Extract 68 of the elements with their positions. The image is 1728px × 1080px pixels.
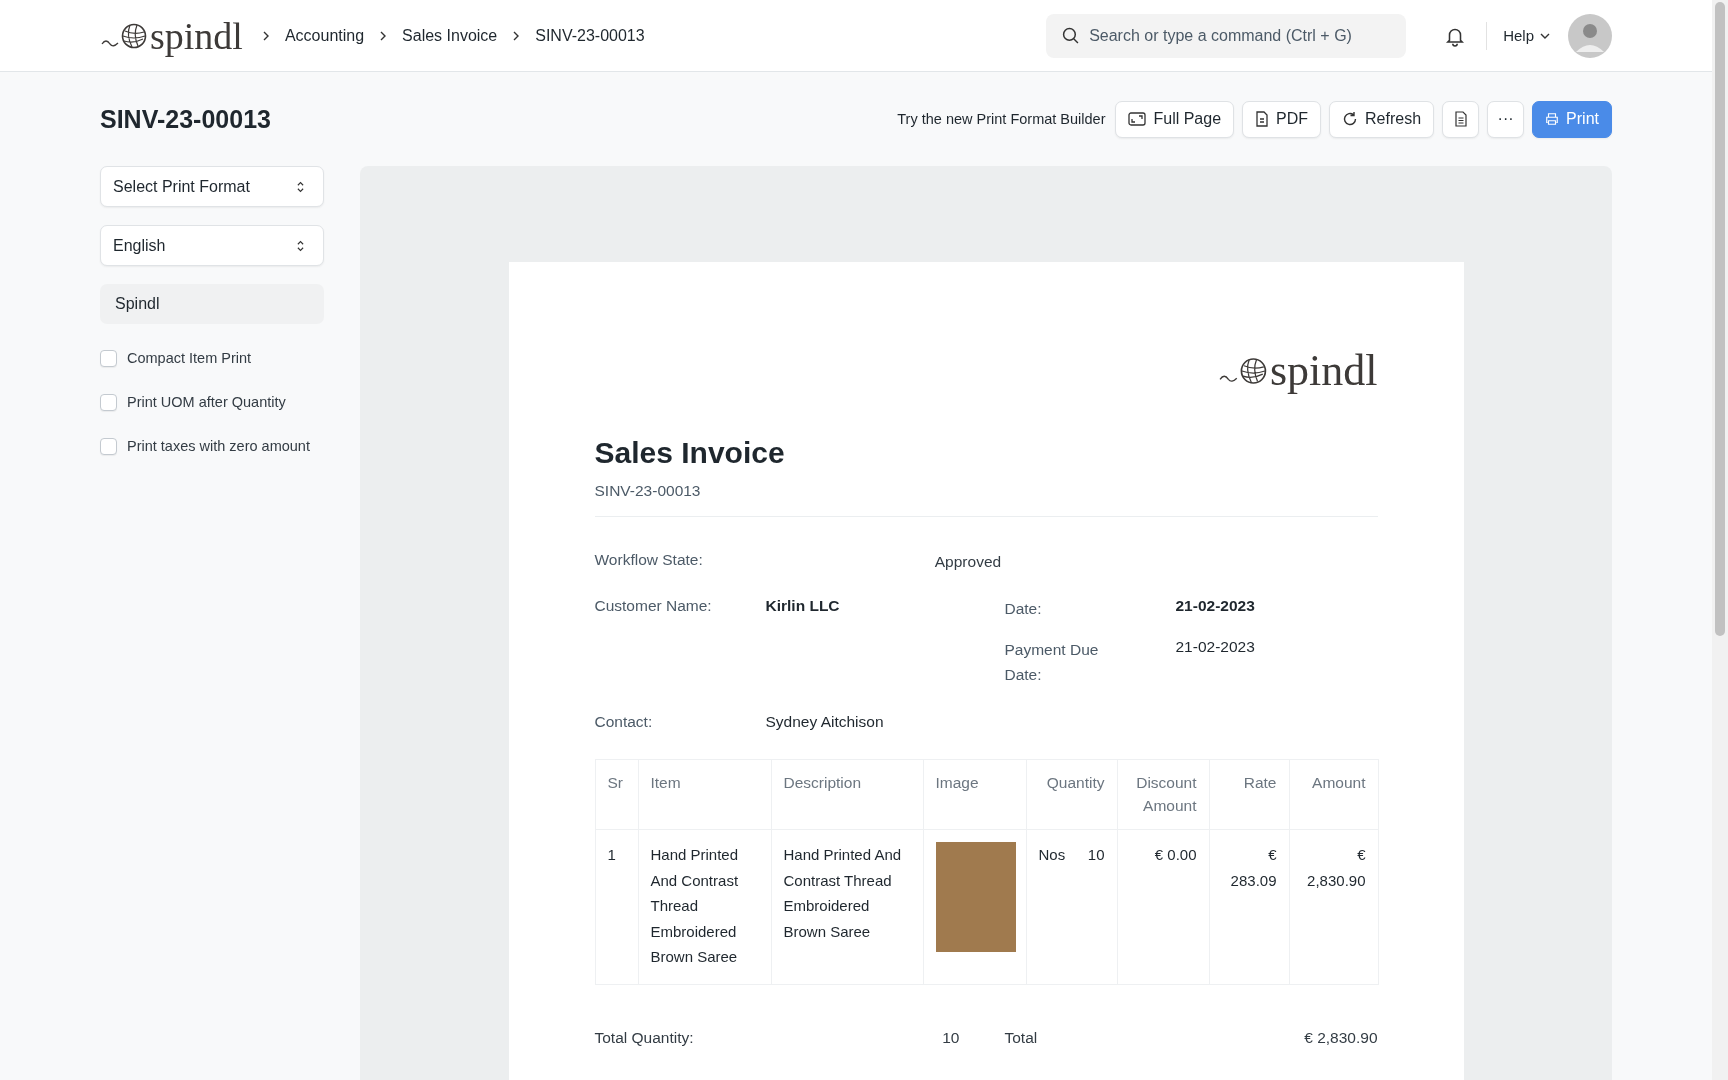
checkbox[interactable]: [100, 437, 117, 455]
breadcrumb-link[interactable]: Sales Invoice: [402, 26, 498, 45]
field-label: Total: [1004, 1028, 1038, 1047]
help-dropdown[interactable]: Help: [1503, 27, 1550, 44]
full-page-button[interactable]: Full Page: [1115, 100, 1235, 138]
field-value: Sydney Aitchison: [765, 713, 884, 732]
field-label: Total Quantity:: [594, 1028, 694, 1047]
field-label: Payment Due Date:: [1004, 639, 1100, 685]
yarn-ball-icon: [1217, 357, 1268, 385]
more-button[interactable]: ···: [1487, 100, 1525, 138]
checkbox-label: Print taxes with zero amount: [127, 438, 310, 454]
table-cell: € 0.00: [1117, 829, 1209, 985]
field-label: Customer Name:: [594, 597, 713, 615]
printer-icon: [1545, 112, 1560, 126]
field-value: Kirlin LLC: [765, 597, 840, 615]
table-cell: Hand Printed And Contrast Thread Embroidered Brown Saree: [638, 829, 771, 985]
document-number: SINV-23-00013: [594, 482, 702, 500]
breadcrumb-link[interactable]: SINV-23-00013: [535, 26, 645, 45]
expand-icon: [1128, 111, 1147, 127]
scrollbar[interactable]: [1712, 0, 1728, 1080]
field-value: 21-02-2023: [1175, 637, 1255, 656]
search-field[interactable]: Search or type a command (Ctrl + G): [1046, 13, 1407, 58]
page-title: SINV-23-00013: [100, 104, 271, 134]
column-header: Rate: [1209, 759, 1289, 830]
letterhead-field[interactable]: Spindl: [100, 284, 324, 324]
checkbox[interactable]: [100, 349, 117, 367]
search-icon: [1062, 26, 1080, 44]
document-icon: [1255, 111, 1270, 127]
yarn-ball-icon: [100, 22, 148, 49]
user-avatar[interactable]: [1568, 13, 1612, 58]
field-value: 21-02-2023: [1175, 597, 1255, 615]
logo: spindl: [1217, 349, 1378, 393]
column-header: Sr: [595, 759, 638, 830]
column-header: Image: [923, 759, 1026, 830]
table-cell: € 283.09: [1209, 829, 1289, 985]
table-cell: 1: [595, 829, 638, 985]
print-format-builder-link[interactable]: Try the new Print Format Builder: [897, 111, 1106, 127]
table-cell-text: Nos: [1038, 845, 1066, 866]
document-icon: [1453, 111, 1468, 127]
field-value: Approved: [934, 553, 1002, 571]
select-field[interactable]: English: [100, 225, 324, 266]
table-cell: Hand Printed And Contrast Thread Embroidered Brown Saree: [771, 829, 923, 985]
column-header: Item: [638, 759, 771, 830]
checkbox-label: Print UOM after Quantity: [127, 394, 286, 410]
table-cell: € 2,830.90: [1289, 829, 1378, 985]
document-title: Sales Invoice: [594, 436, 786, 470]
up-down-chevron-icon: [296, 179, 305, 194]
checkbox-label: Compact Item Print: [127, 350, 252, 366]
checkbox[interactable]: [100, 393, 117, 411]
field-label: Date:: [1004, 599, 1043, 619]
select-field[interactable]: Select Print Format: [100, 166, 324, 207]
logo[interactable]: spindl: [100, 16, 243, 55]
refresh-button[interactable]: Refresh: [1329, 100, 1435, 138]
field-label: Workflow State:: [594, 551, 703, 569]
column-header: Discount Amount: [1117, 759, 1209, 830]
field-value: 10: [942, 1028, 960, 1047]
breadcrumb-link[interactable]: Accounting: [284, 26, 365, 45]
pdf-button[interactable]: PDF: [1242, 100, 1322, 138]
column-header: Amount: [1289, 759, 1378, 830]
table-cell-text: 10: [1087, 845, 1105, 866]
scrollbar-thumb[interactable]: [1715, 2, 1725, 636]
column-header: Description: [771, 759, 923, 830]
field-value: € 2,830.90: [1304, 1028, 1378, 1047]
refresh-icon: [1342, 111, 1359, 127]
up-down-chevron-icon: [296, 238, 305, 253]
field-label: Contact:: [594, 713, 654, 732]
column-header: Quantity: [1026, 759, 1117, 830]
document-button[interactable]: [1442, 100, 1480, 138]
